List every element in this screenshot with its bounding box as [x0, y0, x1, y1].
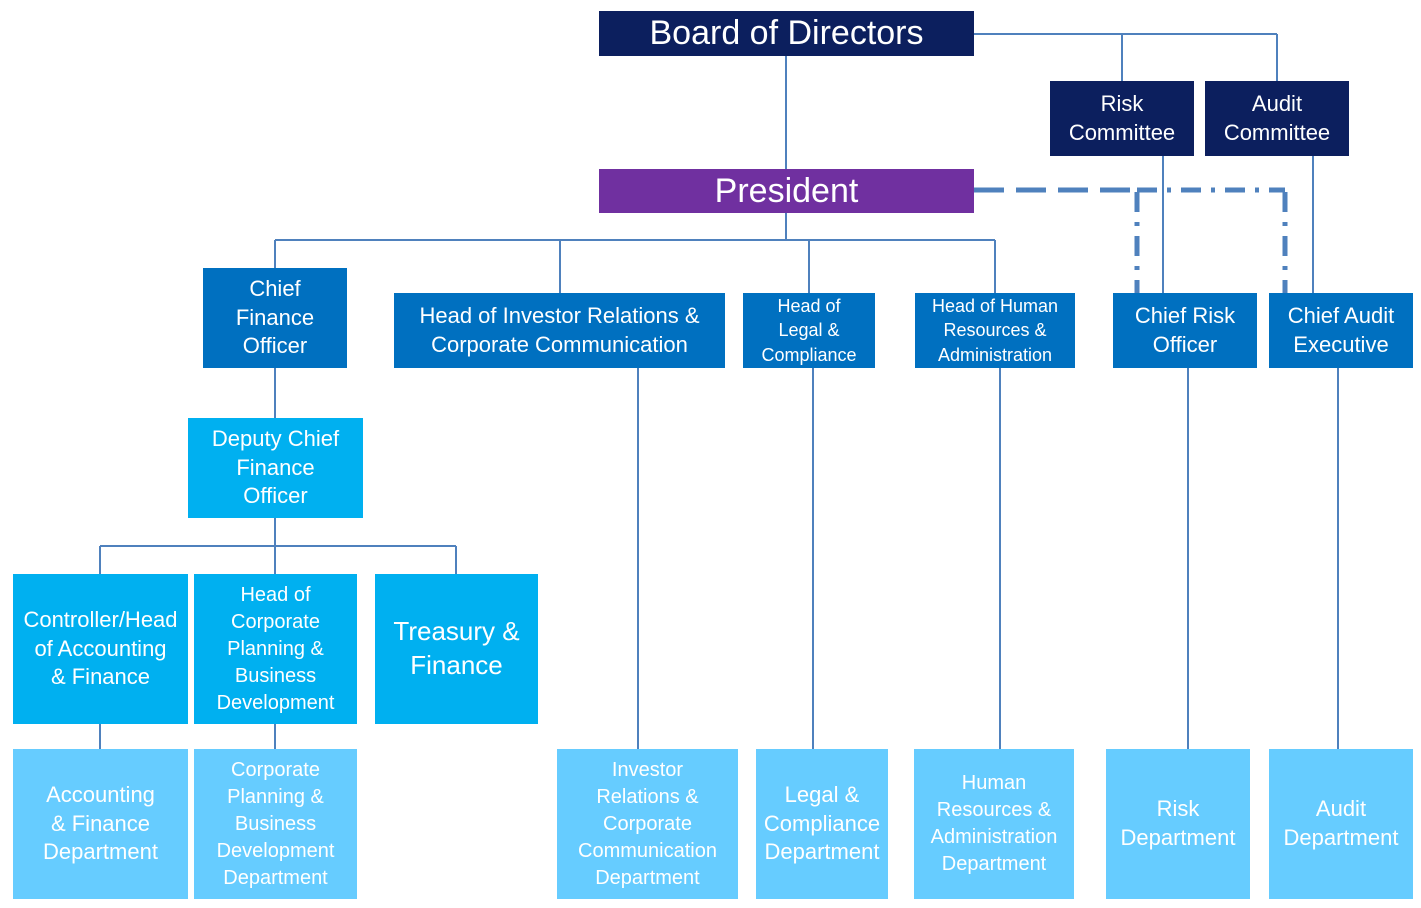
audit-committee-box: Audit Committee — [1205, 81, 1349, 156]
head-legal-box: Head of Legal & Compliance — [743, 293, 875, 368]
connector — [99, 724, 276, 749]
chief-audit-executive-box: Chief Audit Executive — [1269, 293, 1413, 368]
board-of-directors-box: Board of Directors — [599, 11, 974, 56]
controller-box: Controller/Head of Accounting & Finance — [13, 574, 188, 724]
president-box: President — [599, 169, 974, 213]
cfo-box: Chief Finance Officer — [203, 268, 347, 368]
chief-risk-officer-box: Chief Risk Officer — [1113, 293, 1257, 368]
org-chart: Board of Directors Risk Committee Audit … — [0, 0, 1421, 908]
head-investor-relations-box: Head of Investor Relations & Corporate C… — [394, 293, 725, 368]
deputy-cfo-box: Deputy Chief Finance Officer — [188, 418, 363, 518]
connector — [1162, 156, 1314, 293]
head-hr-box: Head of Human Resources & Administration — [915, 293, 1075, 368]
connector — [637, 368, 1339, 749]
legal-compliance-department-box: Legal & Compliance Department — [756, 749, 888, 899]
connector — [274, 213, 996, 293]
risk-department-box: Risk Department — [1106, 749, 1250, 899]
corporate-planning-department-box: Corporate Planning & Business Developmen… — [194, 749, 357, 899]
treasury-finance-box: Treasury & Finance — [375, 574, 538, 724]
head-corporate-planning-box: Head of Corporate Planning & Business De… — [194, 574, 357, 724]
accounting-finance-department-box: Accounting & Finance Department — [13, 749, 188, 899]
audit-department-box: Audit Department — [1269, 749, 1413, 899]
risk-committee-box: Risk Committee — [1050, 81, 1194, 156]
investor-relations-department-box: Investor Relations & Corporate Communica… — [557, 749, 738, 899]
hr-administration-department-box: Human Resources & Administration Departm… — [914, 749, 1074, 899]
